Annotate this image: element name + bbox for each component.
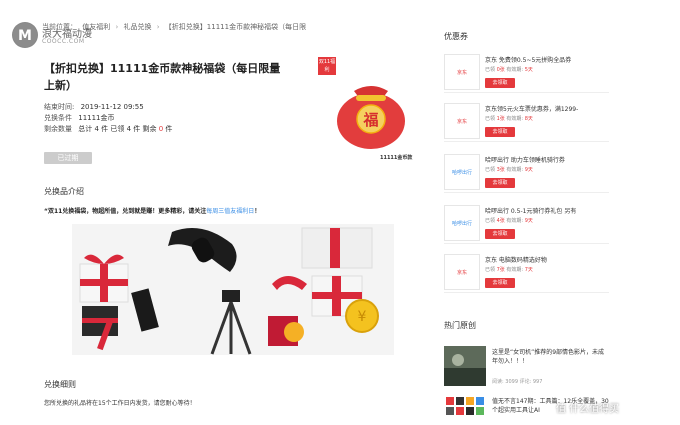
description-heading: 兑换品介绍 [44,187,84,196]
coupon-stats: 已领 4张 有效期: 9天 [485,218,533,224]
remaining-prefix: 总计 4 件 已领 4 件 剩余 [78,125,159,133]
article-thumbnail[interactable] [444,346,486,386]
article-thumbnail[interactable] [444,395,486,425]
breadcrumb-item-gift[interactable]: 礼品兑换 [124,23,152,31]
coupon-item[interactable]: 哈啰出行 哈啰出行 助力车领睡机骑行券 已领 3张 有效期: 9天 去领取 [444,154,609,193]
description-link[interactable]: 每周三值友福利日 [206,208,254,215]
coupon-stats: 已领 1张 有效期: 8天 [485,116,533,122]
coupon-title[interactable]: 哈啰出行 助力车领睡机骑行券 [485,155,609,164]
svg-text:¥: ¥ [358,309,367,325]
coupon-title[interactable]: 京东领5元火车票优惠券，满1299- [485,104,609,113]
image-caption: 11111金币款 [380,155,413,161]
watermark: 值 什么值得买 [556,404,620,415]
page-title: 【折扣兑换】11111金币款神秘福袋（每日限量上新） [44,62,281,92]
rules-heading: 兑换细则 [44,380,76,389]
jd-logo-icon: 京东 [444,254,480,290]
expired-button[interactable]: 已过期 [44,152,92,164]
hellobike-logo-icon: 哈啰出行 [444,154,480,190]
end-time-value: 2019-11-12 09:55 [80,103,144,111]
logo-subtext: COOCC.COM [42,38,85,45]
article-title[interactable]: 这里是“女司机”推荐的9部情色影片，未成年勿入！！！ [492,348,609,366]
product-image: 福 双11福利 11111金币款 [318,57,414,167]
hellobike-logo-icon: 哈啰出行 [444,205,480,241]
claim-coupon-button[interactable]: 去领取 [485,278,515,288]
coupon-item[interactable]: 京东 京东 电脑数码精选好物 已领 7张 有效期: 7天 去领取 [444,254,609,293]
coupon-stats: 已领 0张 有效期: 5天 [485,67,533,73]
condition-row: 兑换条件 11111金币 [44,113,172,124]
end-time-label: 结束时间: [44,103,75,111]
lucky-bag-image: 福 [337,86,405,149]
breadcrumb-item-current: 【折扣兑换】11111金币款神秘福袋（每日限 [164,23,307,31]
svg-text:M: M [18,28,32,44]
remaining-suffix: 件 [163,125,173,133]
coupon-title[interactable]: 京东 电脑数码精选好物 [485,255,609,264]
article-meta: 阅读: 3099 评论: 997 [492,379,543,385]
coupon-item[interactable]: 京东 京东 免费领0.5~5元拼购全品券 已领 0张 有效期: 5天 去领取 [444,54,609,93]
condition-value: 11111金币 [78,114,115,122]
coupons-heading: 优惠券 [444,32,468,41]
claim-coupon-button[interactable]: 去领取 [485,127,515,137]
remaining-row: 剩余数量 总计 4 件 已领 4 件 剩余 0 件 [44,124,172,135]
hot-article-item[interactable]: 这里是“女司机”推荐的9部情色影片，未成年勿入！！！ 阅读: 3099 评论: … [444,346,609,388]
product-info: 结束时间: 2019-11-12 09:55 兑换条件 11111金币 剩余数量… [44,102,172,135]
coupon-title[interactable]: 哈啰出行 0.5-1元骑行券礼包 另有 [485,206,609,215]
chevron-right-icon: › [156,23,160,31]
logo-icon: M [12,22,38,48]
description-body: “双11兑换福袋，物超所值，兑到就是赚！更多精彩，请关注 [44,208,207,215]
description-end: ！ [254,208,261,215]
breadcrumb-item-fuli[interactable]: 值友福利 [82,23,110,31]
jd-logo-icon: 京东 [444,54,480,90]
condition-label: 兑换条件 [44,114,72,122]
coupon-stats: 已领 3张 有效期: 9天 [485,167,533,173]
jd-logo-icon: 京东 [444,103,480,139]
hot-heading: 热门原创 [444,321,476,330]
breadcrumb: 当前位置： 值友福利 › 礼品兑换 › 【折扣兑换】11111金币款神秘福袋（每… [42,22,309,32]
bag-char: 福 [362,111,378,129]
breadcrumb-prefix: 当前位置： [42,23,77,31]
product-banner-image: ¥ [72,224,394,355]
coupon-item[interactable]: 京东 京东领5元火车票优惠券，满1299- 已领 1张 有效期: 8天 去领取 [444,103,609,142]
remaining-label: 剩余数量 [44,125,72,133]
coupon-item[interactable]: 哈啰出行 哈啰出行 0.5-1元骑行券礼包 另有 已领 4张 有效期: 9天 去… [444,205,609,244]
chevron-right-icon: › [115,23,119,31]
claim-coupon-button[interactable]: 去领取 [485,229,515,239]
end-time-row: 结束时间: 2019-11-12 09:55 [44,102,172,113]
description-text: “双11兑换福袋，物超所值，兑到就是赚！更多精彩，请关注每周三值友福利日！ [44,206,260,215]
claim-coupon-button[interactable]: 去领取 [485,178,515,188]
rules-text: 您所兑换的礼品将在15个工作日内发货，请您耐心等待！ [44,400,196,407]
claim-coupon-button[interactable]: 去领取 [485,78,515,88]
coupon-title[interactable]: 京东 免费领0.5~5元拼购全品券 [485,55,609,64]
coupon-stats: 已领 7张 有效期: 7天 [485,267,533,273]
promo-tag: 双11福利 [318,57,336,75]
